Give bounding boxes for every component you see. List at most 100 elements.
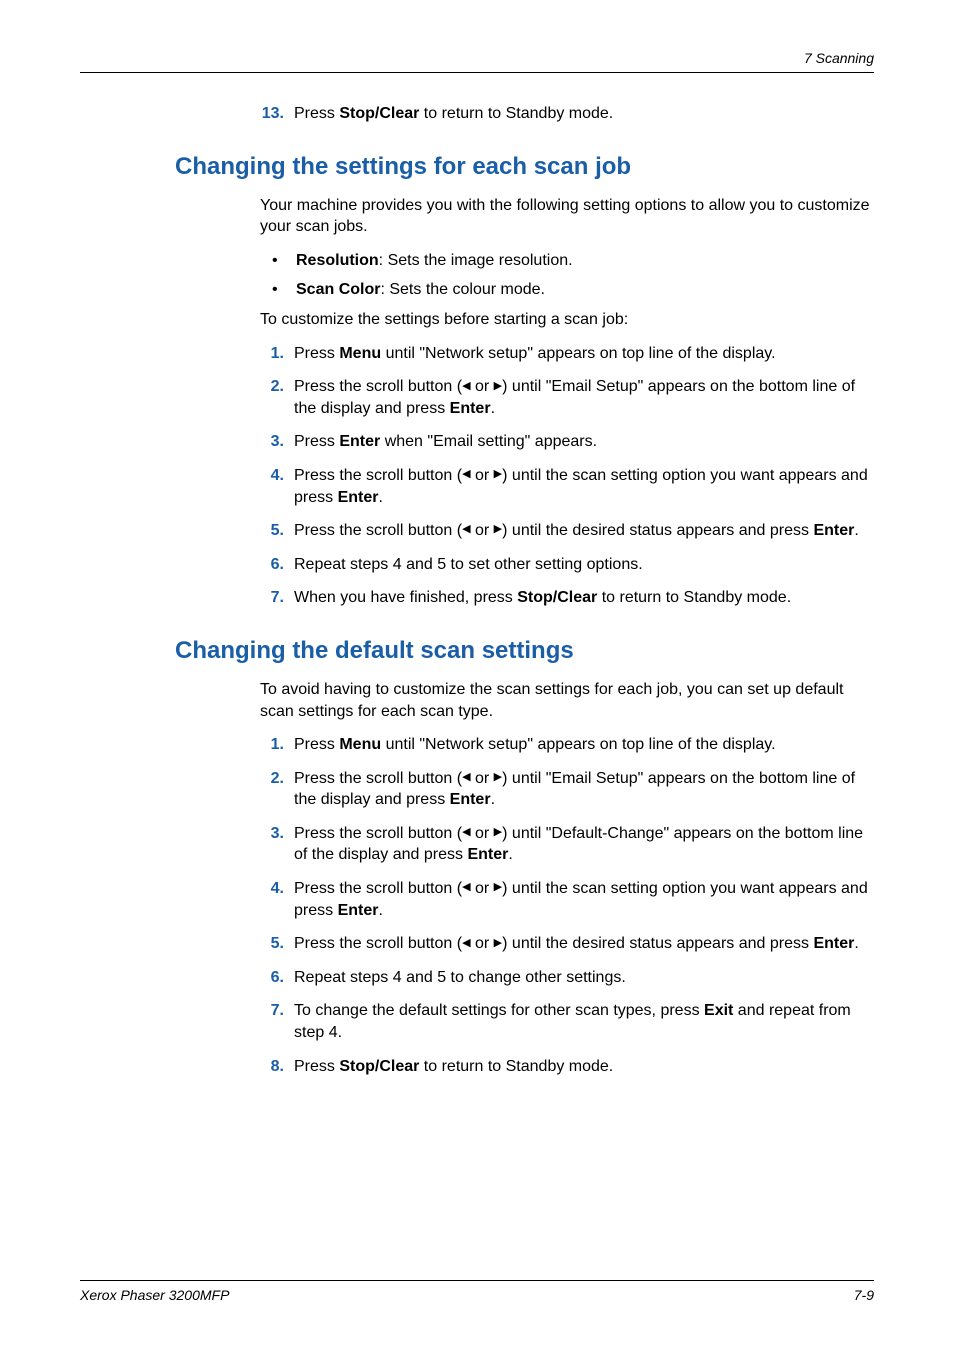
header-rule [80, 72, 874, 73]
bold-term: Enter [467, 846, 508, 863]
arrow-right-icon: ▶ [494, 379, 502, 394]
footer-rule [80, 1280, 874, 1281]
bold-term: Enter [450, 400, 491, 417]
text: . [491, 791, 495, 808]
text: or [471, 522, 494, 539]
list-item: 1. Press Menu until "Network setup" appe… [260, 734, 874, 756]
list-item: 8. Press Stop/Clear to return to Standby… [260, 1056, 874, 1078]
arrow-left-icon: ◀ [462, 825, 470, 840]
bold-term: Enter [339, 433, 380, 450]
step-number: 5. [260, 520, 284, 542]
step-text: Repeat steps 4 and 5 to change other set… [294, 967, 874, 989]
text: Press the scroll button ( [294, 467, 462, 484]
list-item: 3. Press Enter when "Email setting" appe… [260, 431, 874, 453]
list-item: 2. Press the scroll button (◀ or ▶) unti… [260, 768, 874, 811]
step-text: Repeat steps 4 and 5 to set other settin… [294, 554, 874, 576]
step-number: 13. [260, 103, 284, 125]
step-number: 7. [260, 1000, 284, 1043]
text: Press the scroll button ( [294, 522, 462, 539]
arrow-left-icon: ◀ [462, 770, 470, 785]
list-item: 4. Press the scroll button (◀ or ▶) unti… [260, 465, 874, 508]
step-number: 8. [260, 1056, 284, 1078]
text: Press the scroll button ( [294, 378, 462, 395]
bold-term: Exit [704, 1002, 733, 1019]
arrow-left-icon: ◀ [462, 467, 470, 482]
text: until "Network setup" appears on top lin… [381, 736, 775, 753]
list-item: 13. Press Stop/Clear to return to Standb… [260, 103, 874, 125]
text: . [854, 935, 858, 952]
bullet-icon: • [272, 279, 282, 301]
list-item: 3. Press the scroll button (◀ or ▶) unti… [260, 823, 874, 866]
text: to return to Standby mode. [419, 1058, 613, 1075]
bullet-text: Scan Color: Sets the colour mode. [296, 279, 545, 301]
text: . [378, 902, 382, 919]
step-number: 3. [260, 823, 284, 866]
bold-term: Enter [338, 902, 379, 919]
list-item: 7. To change the default settings for ot… [260, 1000, 874, 1043]
step-text: Press the scroll button (◀ or ▶) until "… [294, 376, 874, 419]
list-item: 1. Press Menu until "Network setup" appe… [260, 343, 874, 365]
section-heading: Changing the default scan settings [90, 637, 874, 665]
bold-term: Menu [339, 345, 381, 362]
step-text: Press the scroll button (◀ or ▶) until t… [294, 520, 874, 542]
list-item: 4. Press the scroll button (◀ or ▶) unti… [260, 878, 874, 921]
list-item: • Resolution: Sets the image resolution. [272, 250, 874, 272]
step-number: 5. [260, 933, 284, 955]
text: : Sets the image resolution. [379, 252, 573, 269]
text: or [471, 880, 494, 897]
arrow-right-icon: ▶ [494, 467, 502, 482]
arrow-left-icon: ◀ [462, 522, 470, 537]
arrow-left-icon: ◀ [462, 880, 470, 895]
text: when "Email setting" appears. [380, 433, 597, 450]
text: . [378, 489, 382, 506]
text: or [471, 467, 494, 484]
bold-term: Resolution [296, 252, 379, 269]
text: until "Network setup" appears on top lin… [381, 345, 775, 362]
text: or [471, 378, 494, 395]
bold-term: Enter [813, 522, 854, 539]
step-number: 3. [260, 431, 284, 453]
step-text: Press the scroll button (◀ or ▶) until t… [294, 933, 874, 955]
step-text: To change the default settings for other… [294, 1000, 874, 1043]
section-heading: Changing the settings for each scan job [90, 153, 874, 181]
text: Press [294, 1058, 339, 1075]
arrow-right-icon: ▶ [494, 770, 502, 785]
step-text: Press Stop/Clear to return to Standby mo… [294, 1056, 874, 1078]
paragraph: Your machine provides you with the follo… [260, 195, 874, 238]
text: to return to Standby mode. [419, 105, 613, 122]
text: or [471, 770, 494, 787]
bold-term: Enter [813, 935, 854, 952]
list-item: 5. Press the scroll button (◀ or ▶) unti… [260, 933, 874, 955]
text: : Sets the colour mode. [380, 281, 545, 298]
list-item: 2. Press the scroll button (◀ or ▶) unti… [260, 376, 874, 419]
text: ) until the desired status appears and p… [502, 522, 813, 539]
step-text: Press the scroll button (◀ or ▶) until "… [294, 823, 874, 866]
step-text: Press Stop/Clear to return to Standby mo… [294, 103, 874, 125]
bullet-icon: • [272, 250, 282, 272]
list-item: • Scan Color: Sets the colour mode. [272, 279, 874, 301]
page-number: 7-9 [854, 1287, 874, 1303]
text: Press [294, 433, 339, 450]
text: Press [294, 345, 339, 362]
chapter-header: 7 Scanning [804, 50, 874, 66]
arrow-right-icon: ▶ [494, 880, 502, 895]
step-number: 6. [260, 554, 284, 576]
list-item: 5. Press the scroll button (◀ or ▶) unti… [260, 520, 874, 542]
text: . [854, 522, 858, 539]
bold-term: Enter [338, 489, 379, 506]
arrow-left-icon: ◀ [462, 379, 470, 394]
list-item: 6. Repeat steps 4 and 5 to change other … [260, 967, 874, 989]
text: Press the scroll button ( [294, 880, 462, 897]
bold-term: Stop/Clear [339, 105, 419, 122]
step-text: Press Enter when "Email setting" appears… [294, 431, 874, 453]
text: to return to Standby mode. [597, 589, 791, 606]
step-text: When you have finished, press Stop/Clear… [294, 587, 874, 609]
list-item: 6. Repeat steps 4 and 5 to set other set… [260, 554, 874, 576]
step-number: 1. [260, 343, 284, 365]
bold-term: Menu [339, 736, 381, 753]
paragraph: To avoid having to customize the scan se… [260, 679, 874, 722]
text: Press the scroll button ( [294, 935, 462, 952]
step-number: 6. [260, 967, 284, 989]
step-number: 1. [260, 734, 284, 756]
bold-term: Scan Color [296, 281, 380, 298]
